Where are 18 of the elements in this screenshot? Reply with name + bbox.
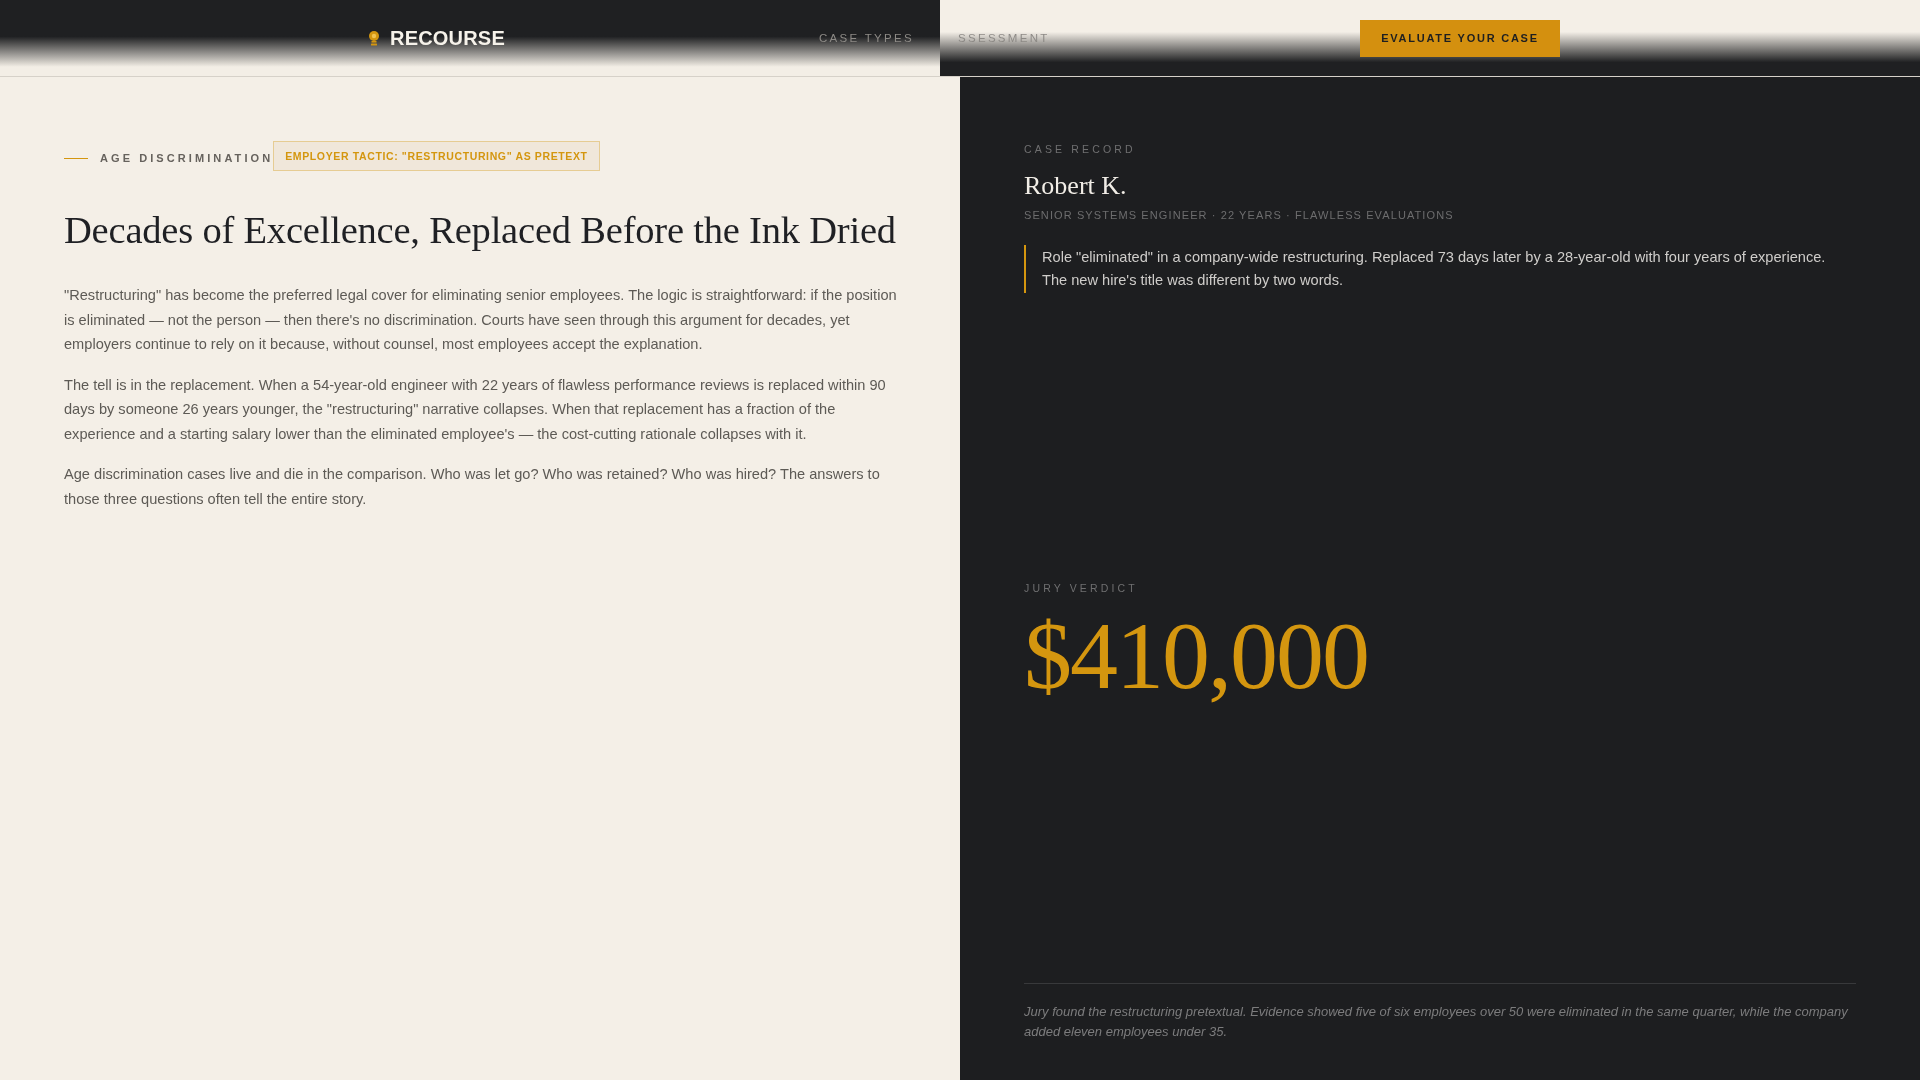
verdict-note: Jury found the restructuring pretextual. Evidence showed five of six employees over 50 were eliminated in the same quarter, while the company added eleven employees under 35. [1024,1003,1849,1041]
logo-wordmark[interactable]: RECOURSE [390,26,505,50]
article-paragraph: The tell is in the replacement. When a 54-year-old engineer with 22 years of flawless performance reviews is replaced within 90 days by someone 26 years younger, the "restructuring" narrative collapses. When that replacement has a fraction of the experience and a starting salary lower than the eliminated employee's — the cost-cutting rationale collapses with it. [64,375,887,444]
article-paragraph: Age discrimination cases live and die in the comparison. Who was let go? Who was retained? Who was hired? The answers to those three questions often tell the entire story. [64,465,881,509]
bulb-icon [368,30,380,46]
article-paragraph: "Restructuring" has become the preferred legal cover for eliminating senior employees. The logic is straightforward: if the position is eliminated — not the person — then there's no discrimination. Courts have seen through this argument for decades, yet employers continue to rely on it because, without counsel, most employees accept the explanation. [64,286,898,355]
client-name: Robert K. [1024,171,1128,201]
case-summary-quote: Role "eliminated" in a company-wide restructuring. Replaced 73 days later by a 28-year-old with four years of experience. The new hire's title was different by two words. [1024,245,1826,293]
category-label: AGE DISCRIMINATION [100,152,274,164]
case-record-label: CASE RECORD [1024,143,1137,155]
verdict-amount: $410,000 [1024,608,1369,704]
eyebrow-rule [64,157,88,159]
evaluate-case-button[interactable]: EVALUATE YOUR CASE [1360,19,1560,57]
article-title: Decades of Excellence, Replaced Before the Ink Dried [64,208,897,253]
client-details: SENIOR SYSTEMS ENGINEER · 22 YEARS · FLAWLESS EVALUATIONS [1024,209,1455,221]
nav-link[interactable]: CASE TYPES [818,32,914,44]
tactic-tag: EMPLOYER TACTIC: "RESTRUCTURING" AS PRETEXT [273,141,600,171]
verdict-label: JURY VERDICT [1024,582,1139,594]
